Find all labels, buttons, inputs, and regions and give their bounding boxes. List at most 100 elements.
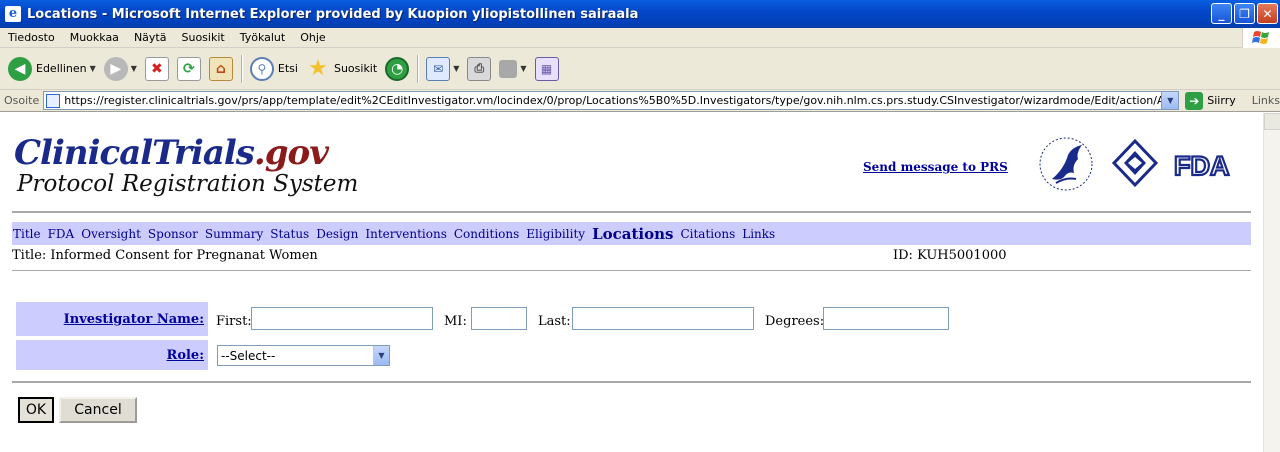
chevron-down-icon[interactable]: ▼ [373, 346, 389, 365]
print-button[interactable]: ⎙ [467, 52, 492, 86]
toolbar-separator [417, 54, 419, 83]
menu-favorites[interactable]: Suosikit [173, 31, 231, 44]
nav-interventions[interactable]: Interventions [364, 227, 452, 241]
menu-file[interactable]: Tiedosto [0, 31, 62, 44]
close-button[interactable]: ✕ [1257, 3, 1278, 24]
page-content: ClinicalTrials.gov Protocol Registration… [0, 113, 1262, 452]
nav-status[interactable]: Status [269, 227, 314, 241]
back-button[interactable]: ◀ Edellinen ▼ [8, 52, 96, 86]
role-link[interactable]: Role: [167, 348, 204, 363]
study-id: ID: KUH5001000 [893, 248, 1007, 263]
header-divider [12, 211, 1251, 213]
nav-oversight[interactable]: Oversight [80, 227, 146, 241]
middle-initial-input[interactable] [471, 307, 527, 330]
refresh-icon: ⟳ [176, 56, 201, 81]
window-titlebar: e Locations - Microsoft Internet Explore… [0, 0, 1280, 28]
address-input[interactable]: https://register.clinicaltrials.gov/prs/… [43, 91, 1180, 110]
windows-logo-icon [1242, 28, 1280, 48]
degrees-label: Degrees: [765, 314, 825, 329]
scroll-up-arrow-icon[interactable] [1264, 113, 1280, 130]
edit-button[interactable]: ▼ [499, 52, 527, 86]
nav-title[interactable]: Title [12, 227, 46, 241]
print-icon: ⎙ [467, 56, 492, 81]
history-icon: ◔ [385, 56, 410, 81]
menu-view[interactable]: Näytä [126, 31, 174, 44]
menu-edit[interactable]: Muokkaa [62, 31, 126, 44]
nav-citations[interactable]: Citations [679, 227, 740, 241]
nav-eligibility[interactable]: Eligibility [525, 227, 590, 241]
nav-design[interactable]: Design [315, 227, 363, 241]
refresh-button[interactable]: ⟳ [176, 52, 201, 86]
investigator-label-cell: Investigator Name: [16, 302, 208, 336]
last-name-input[interactable] [572, 307, 754, 330]
study-title: Title: Informed Consent for Pregnanat Wo… [12, 248, 318, 263]
role-row: Role: --Select-- ▼ [16, 340, 416, 370]
nav-sponsor[interactable]: Sponsor [147, 227, 203, 241]
send-message-link[interactable]: Send message to PRS [863, 160, 1008, 174]
menu-help[interactable]: Ohje [292, 31, 332, 44]
degrees-input[interactable] [823, 307, 949, 330]
menu-bar: Tiedosto Muokkaa Näytä Suosikit Työkalut… [0, 28, 1280, 48]
investigator-name-link[interactable]: Investigator Name: [64, 312, 204, 327]
first-name-input[interactable] [251, 307, 433, 330]
favorites-button[interactable]: ★ Suosikit [306, 52, 377, 86]
title-divider [12, 270, 1251, 271]
research-icon: ▦ [534, 56, 559, 81]
stop-icon: ✖ [144, 56, 169, 81]
minimize-button[interactable]: _ [1211, 3, 1232, 24]
home-icon: ⌂ [208, 56, 233, 81]
clinicaltrials-logo: ClinicalTrials.gov [14, 133, 329, 173]
nav-links[interactable]: Links [741, 227, 780, 241]
edit-icon [499, 59, 518, 78]
menu-tools[interactable]: Työkalut [232, 31, 293, 44]
go-arrow-icon: ➔ [1185, 91, 1204, 110]
go-button[interactable]: ➔ Siirry [1185, 91, 1236, 110]
ie-icon: e [5, 6, 21, 22]
edit-dropdown-icon[interactable]: ▼ [520, 64, 526, 73]
research-button[interactable]: ▦ [534, 52, 559, 86]
mail-icon: ✉ [426, 56, 451, 81]
history-button[interactable]: ◔ [385, 52, 410, 86]
links-button[interactable]: Links [1252, 94, 1280, 107]
address-url[interactable]: https://register.clinicaltrials.gov/prs/… [64, 94, 1164, 107]
fda-logo-text: FDA [1174, 151, 1230, 181]
logo-main-text: ClinicalTrials [14, 133, 255, 173]
address-label: Osoite [4, 94, 40, 107]
go-label: Siirry [1207, 94, 1236, 107]
ok-button[interactable]: OK [18, 397, 54, 423]
mail-button[interactable]: ✉ ▼ [426, 52, 459, 86]
forward-arrow-icon: ▶ [103, 56, 128, 81]
investigator-row: Investigator Name: First: MI: Last: Degr… [16, 302, 956, 336]
nav-conditions[interactable]: Conditions [453, 227, 524, 241]
home-button[interactable]: ⌂ [208, 52, 233, 86]
role-select[interactable]: --Select-- ▼ [217, 345, 390, 366]
nih-logo-icon [1111, 138, 1159, 188]
cancel-button[interactable]: Cancel [59, 397, 137, 423]
page-icon [46, 93, 61, 108]
search-icon: ⚲ [249, 56, 274, 81]
mi-label: MI: [444, 314, 467, 329]
forward-dropdown-icon[interactable]: ▼ [131, 64, 137, 73]
maximize-button[interactable]: ❐ [1234, 3, 1255, 24]
logo-gov-text: .gov [253, 133, 329, 173]
stop-button[interactable]: ✖ [144, 52, 169, 86]
nav-summary[interactable]: Summary [204, 227, 268, 241]
nav-locations[interactable]: Locations [591, 225, 678, 243]
back-arrow-icon: ◀ [8, 56, 32, 81]
address-bar: Osoite https://register.clinicaltrials.g… [0, 90, 1280, 112]
forward-button[interactable]: ▶ ▼ [103, 52, 137, 86]
mail-dropdown-icon[interactable]: ▼ [453, 64, 459, 73]
last-label: Last: [538, 314, 571, 329]
first-label: First: [216, 314, 252, 329]
address-dropdown-icon[interactable]: ▼ [1161, 92, 1179, 109]
back-dropdown-icon[interactable]: ▼ [90, 64, 96, 73]
toolbar: ◀ Edellinen ▼ ▶ ▼ ✖ ⟳ ⌂ ⚲ Etsi ★ Suosiki… [0, 48, 1280, 90]
hhs-logo-icon [1039, 137, 1093, 191]
star-icon: ★ [308, 56, 328, 81]
toolbar-separator [240, 54, 242, 83]
back-label: Edellinen [36, 62, 87, 75]
window-title: Locations - Microsoft Internet Explorer … [27, 6, 639, 22]
vertical-scrollbar[interactable] [1263, 113, 1280, 452]
search-button[interactable]: ⚲ Etsi [249, 52, 298, 86]
nav-fda[interactable]: FDA [47, 227, 80, 241]
